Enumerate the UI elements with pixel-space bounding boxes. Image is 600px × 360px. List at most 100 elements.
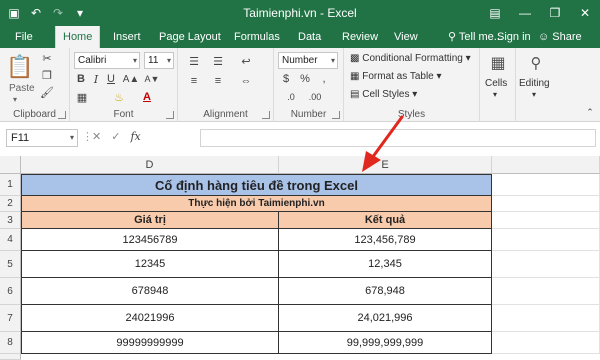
fill-color-icon[interactable]: ♨ [112, 90, 126, 104]
paste-dropdown-icon[interactable]: ▾ [13, 95, 17, 104]
collapse-ribbon-icon[interactable]: ⌃ [584, 106, 596, 118]
row-header[interactable] [0, 354, 21, 360]
row-header[interactable]: 4 [0, 229, 21, 251]
row-header[interactable]: 5 [0, 251, 21, 278]
row-header[interactable]: 3 [0, 212, 21, 229]
font-color-icon[interactable]: A [140, 90, 154, 104]
column-header-f[interactable] [492, 156, 600, 174]
tab-data[interactable]: Data [291, 26, 328, 48]
tab-home[interactable]: Home [55, 26, 101, 48]
font-family-select[interactable]: Calibri ▾ [74, 52, 140, 69]
decrease-decimal-icon[interactable]: .00 [306, 90, 324, 104]
row-header[interactable]: 1 [0, 174, 21, 196]
close-icon[interactable]: ✕ [570, 0, 600, 26]
comma-style-icon[interactable]: , [317, 72, 331, 86]
column-header-d[interactable]: D [21, 156, 279, 174]
paste-label[interactable]: Paste [9, 83, 35, 94]
empty-cell[interactable] [492, 212, 600, 229]
row-header[interactable]: 8 [0, 332, 21, 354]
format-painter-icon[interactable]: 🖌 [40, 85, 54, 99]
worksheet-grid: D E 1 2 3 4 5 6 7 8 Cố định hàng tiêu đề… [0, 156, 600, 360]
decrease-font-icon[interactable]: A▼ [145, 72, 160, 86]
empty-cell[interactable] [492, 196, 600, 212]
percent-icon[interactable]: % [298, 72, 312, 86]
enter-icon[interactable]: ✓ [111, 130, 120, 143]
data-cell[interactable]: 678948 [21, 278, 279, 305]
copy-icon[interactable]: ❐ [40, 68, 54, 82]
insert-function-icon[interactable]: fx [130, 130, 140, 143]
data-cell[interactable]: 123456789 [21, 229, 279, 251]
title-cell[interactable]: Cố định hàng tiêu đề trong Excel [21, 174, 492, 196]
data-cell[interactable]: 24021996 [21, 305, 279, 332]
font-launcher-icon[interactable] [166, 111, 174, 119]
data-cell[interactable]: 12345 [21, 251, 279, 278]
select-all-corner[interactable] [0, 156, 21, 174]
window-controls: ▤ — ❐ ✕ [480, 0, 600, 26]
share-button[interactable]: ☺ Share [538, 26, 582, 48]
number-launcher-icon[interactable] [332, 111, 340, 119]
empty-cell[interactable] [492, 278, 600, 305]
column-header-e[interactable]: E [279, 156, 492, 174]
restore-icon[interactable]: ❐ [540, 0, 570, 26]
align-top-icon[interactable]: ☰ [186, 54, 202, 68]
merge-center-icon[interactable]: ⇔ [238, 74, 254, 88]
borders-icon[interactable]: ▦ [75, 90, 89, 104]
increase-decimal-icon[interactable]: .0 [282, 90, 300, 104]
align-left-icon[interactable]: ≡ [186, 74, 202, 88]
data-cell[interactable]: 678,948 [279, 278, 492, 305]
italic-icon[interactable]: I [90, 72, 102, 86]
tab-formulas[interactable]: Formulas [227, 26, 287, 48]
editing-dropdown-icon[interactable]: ▾ [532, 90, 536, 99]
row-header[interactable]: 6 [0, 278, 21, 305]
subtitle-cell[interactable]: Thực hiện bởi Taimienphi.vn [21, 196, 492, 212]
data-cell[interactable]: 99,999,999,999 [279, 332, 492, 354]
cell-styles-button[interactable]: ▤ Cell Styles ▾ [350, 89, 417, 100]
underline-icon[interactable]: U [105, 72, 117, 86]
align-center-icon[interactable]: ≡ [210, 74, 226, 88]
format-as-table-button[interactable]: ▦ Format as Table ▾ [350, 71, 442, 82]
tab-review[interactable]: Review [335, 26, 385, 48]
tab-insert[interactable]: Insert [106, 26, 148, 48]
cells-label[interactable]: Cells [485, 78, 507, 89]
row-header[interactable]: 2 [0, 196, 21, 212]
empty-cell[interactable] [492, 229, 600, 251]
chevron-down-icon: ▾ [330, 56, 335, 65]
tab-view[interactable]: View [387, 26, 425, 48]
header-cell-value[interactable]: Giá trị [21, 212, 279, 229]
data-cell[interactable]: 123,456,789 [279, 229, 492, 251]
cut-icon[interactable]: ✂ [40, 51, 54, 65]
find-icon[interactable]: ⚲ [526, 52, 546, 74]
ribbon-display-options-icon[interactable]: ▤ [480, 0, 510, 26]
empty-cell[interactable] [492, 305, 600, 332]
data-cell[interactable]: 12,345 [279, 251, 492, 278]
sign-in-link[interactable]: Sign in [497, 26, 531, 48]
cells-dropdown-icon[interactable]: ▾ [493, 90, 497, 99]
minimize-icon[interactable]: — [510, 0, 540, 26]
header-cell-result[interactable]: Kết quả [279, 212, 492, 229]
paste-icon[interactable]: 📋 [6, 52, 33, 82]
formula-input[interactable] [200, 129, 596, 147]
alignment-launcher-icon[interactable] [262, 111, 270, 119]
empty-cell[interactable] [492, 174, 600, 196]
empty-cell[interactable] [492, 251, 600, 278]
editing-label[interactable]: Editing [519, 78, 550, 89]
bold-icon[interactable]: B [75, 72, 87, 86]
align-middle-icon[interactable]: ☰ [210, 54, 226, 68]
wrap-text-icon[interactable]: ↩ [238, 54, 254, 68]
cells-icon[interactable]: ▦ [488, 52, 508, 74]
name-box[interactable]: F11 ▾ [6, 129, 78, 147]
increase-font-icon[interactable]: A▲ [123, 72, 140, 86]
currency-icon[interactable]: $ [279, 72, 293, 86]
tell-me-box[interactable]: ⚲ Tell me... [448, 26, 503, 48]
clipboard-launcher-icon[interactable] [58, 111, 66, 119]
number-format-select[interactable]: Number ▾ [278, 52, 338, 69]
empty-cell[interactable] [492, 332, 600, 354]
conditional-formatting-button[interactable]: ▩ Conditional Formatting ▾ [350, 53, 471, 64]
tab-page-layout[interactable]: Page Layout [152, 26, 228, 48]
tab-file[interactable]: File [8, 26, 40, 48]
data-cell[interactable]: 24,021,996 [279, 305, 492, 332]
font-size-select[interactable]: 11 ▾ [144, 52, 174, 69]
row-header[interactable]: 7 [0, 305, 21, 332]
cancel-icon[interactable]: ✕ [92, 130, 101, 143]
data-cell[interactable]: 99999999999 [21, 332, 279, 354]
